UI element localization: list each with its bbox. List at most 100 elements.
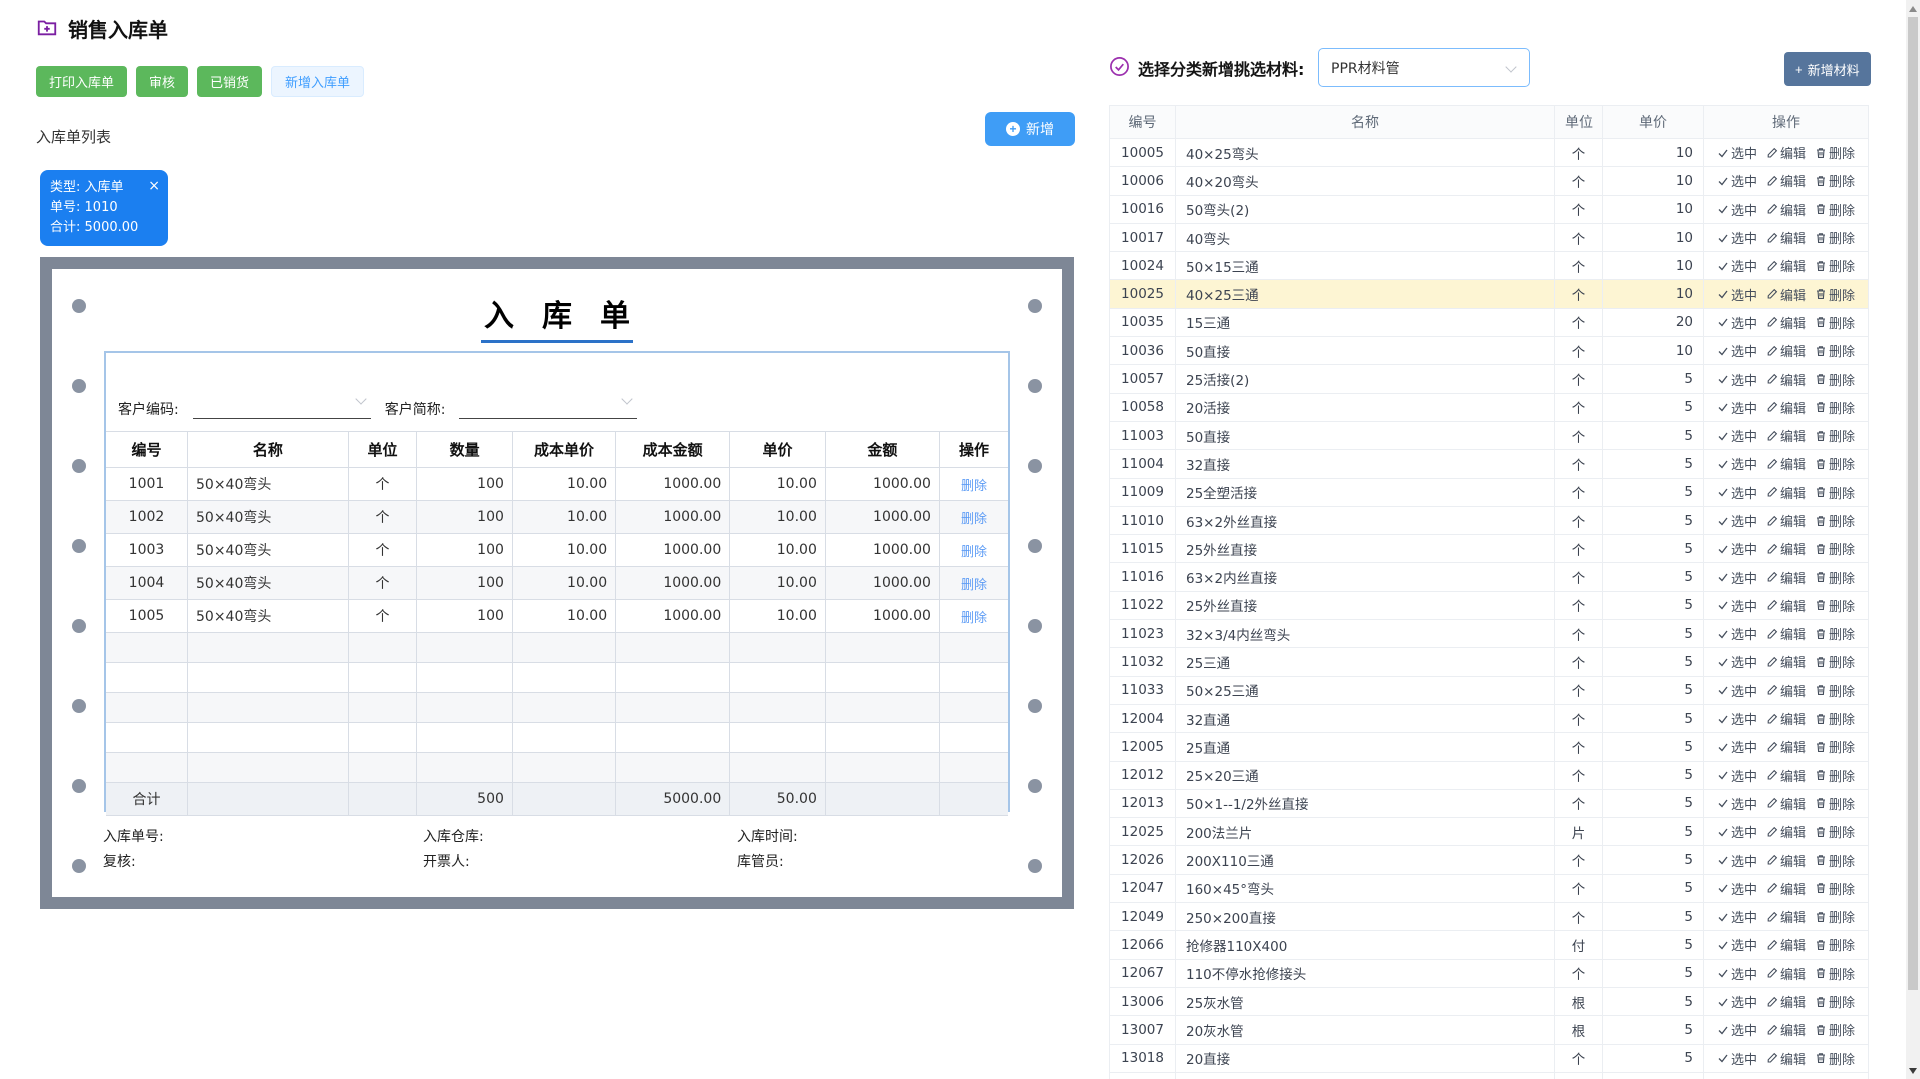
print-receipt-button[interactable]: 打印入库单	[36, 66, 127, 97]
edit-action[interactable]: 编辑	[1766, 370, 1806, 389]
edit-action[interactable]: 编辑	[1766, 171, 1806, 190]
delete-action[interactable]: 删除	[1815, 681, 1855, 700]
delete-action[interactable]: 删除	[1815, 992, 1855, 1011]
customer-name-input[interactable]	[459, 401, 637, 419]
select-action[interactable]: 选中	[1717, 709, 1757, 728]
page-scrollbar[interactable]	[1906, 0, 1920, 1079]
delete-action[interactable]: 删除	[1815, 285, 1855, 304]
delete-action[interactable]: 删除	[1815, 851, 1855, 870]
edit-action[interactable]: 编辑	[1766, 256, 1806, 275]
select-action[interactable]: 选中	[1717, 285, 1757, 304]
select-action[interactable]: 选中	[1717, 964, 1757, 983]
edit-action[interactable]: 编辑	[1766, 766, 1806, 785]
new-receipt-button[interactable]: 新增入库单	[271, 66, 364, 97]
edit-action[interactable]: 编辑	[1766, 794, 1806, 813]
materials-row[interactable]: 1201225×20三通个5选中编辑删除	[1110, 761, 1869, 789]
delete-action[interactable]: 删除	[1815, 935, 1855, 954]
edit-action[interactable]: 编辑	[1766, 426, 1806, 445]
edit-action[interactable]: 编辑	[1766, 652, 1806, 671]
materials-row[interactable]: 1003515三通个20选中编辑删除	[1110, 308, 1869, 336]
delete-action[interactable]: 删除	[1815, 426, 1855, 445]
materials-row[interactable]: 1001650弯头(2)个10选中编辑删除	[1110, 195, 1869, 223]
delete-action[interactable]: 删除	[1815, 794, 1855, 813]
scroll-up-icon[interactable]	[1909, 6, 1917, 12]
delete-action[interactable]: 删除	[1815, 1049, 1855, 1068]
delete-link[interactable]: 删除	[961, 578, 987, 593]
select-action[interactable]: 选中	[1717, 143, 1757, 162]
select-action[interactable]: 选中	[1717, 794, 1757, 813]
select-action[interactable]: 选中	[1717, 398, 1757, 417]
select-action[interactable]: 选中	[1717, 568, 1757, 587]
select-action[interactable]: 选中	[1717, 879, 1757, 898]
select-action[interactable]: 选中	[1717, 341, 1757, 360]
receipt-card[interactable]: × 类型: 入库单 单号: 1010 合计: 5000.00	[40, 170, 168, 246]
scroll-down-icon[interactable]	[1909, 1068, 1917, 1074]
materials-row[interactable]: 1101525外丝直接个5选中编辑删除	[1110, 535, 1869, 563]
materials-row[interactable]: 1200432直通个5选中编辑删除	[1110, 704, 1869, 732]
select-action[interactable]: 选中	[1717, 483, 1757, 502]
delete-action[interactable]: 删除	[1815, 200, 1855, 219]
select-action[interactable]: 选中	[1717, 426, 1757, 445]
materials-row[interactable]: 12067110不停水抢修接头个5选中编辑删除	[1110, 959, 1869, 987]
materials-row[interactable]: 1201350×1--1/2外丝直接个5选中编辑删除	[1110, 789, 1869, 817]
materials-row[interactable]: 1003650直接个10选中编辑删除	[1110, 337, 1869, 365]
edit-action[interactable]: 编辑	[1766, 907, 1806, 926]
select-action[interactable]: 选中	[1717, 171, 1757, 190]
edit-action[interactable]: 编辑	[1766, 398, 1806, 417]
edit-action[interactable]: 编辑	[1766, 313, 1806, 332]
materials-row[interactable]: 12025200法兰片片5选中编辑删除	[1110, 818, 1869, 846]
delete-action[interactable]: 删除	[1815, 370, 1855, 389]
sold-button[interactable]: 已销货	[197, 66, 262, 97]
delete-action[interactable]: 删除	[1815, 624, 1855, 643]
materials-row[interactable]: 1103225三通个5选中编辑删除	[1110, 648, 1869, 676]
select-action[interactable]: 选中	[1717, 539, 1757, 558]
edit-action[interactable]: 编辑	[1766, 1020, 1806, 1039]
category-select[interactable]: PPR材料管	[1318, 48, 1530, 87]
materials-row[interactable]: 1002450×15三通个10选中编辑删除	[1110, 252, 1869, 280]
select-action[interactable]: 选中	[1717, 822, 1757, 841]
edit-action[interactable]: 编辑	[1766, 1049, 1806, 1068]
select-action[interactable]: 选中	[1717, 681, 1757, 700]
delete-link[interactable]: 删除	[961, 479, 987, 494]
delete-action[interactable]: 删除	[1815, 568, 1855, 587]
edit-action[interactable]: 编辑	[1766, 285, 1806, 304]
edit-action[interactable]: 编辑	[1766, 539, 1806, 558]
materials-row[interactable]: 1102225外丝直接个5选中编辑删除	[1110, 591, 1869, 619]
materials-row[interactable]: 1300625灰水管根5选中编辑删除	[1110, 987, 1869, 1015]
materials-row[interactable]: 1102332×3/4内丝弯头个5选中编辑删除	[1110, 620, 1869, 648]
edit-action[interactable]: 编辑	[1766, 879, 1806, 898]
delete-action[interactable]: 删除	[1815, 907, 1855, 926]
select-action[interactable]: 选中	[1717, 935, 1757, 954]
delete-action[interactable]: 删除	[1815, 171, 1855, 190]
materials-row[interactable]: 1100350直接个5选中编辑删除	[1110, 421, 1869, 449]
materials-row[interactable]: 1301820直接个5选中编辑删除	[1110, 1044, 1869, 1072]
delete-link[interactable]: 删除	[961, 512, 987, 527]
edit-action[interactable]: 编辑	[1766, 596, 1806, 615]
select-action[interactable]: 选中	[1717, 851, 1757, 870]
audit-button[interactable]: 审核	[136, 66, 188, 97]
materials-row[interactable]: 1300720灰水管根5选中编辑删除	[1110, 1016, 1869, 1044]
select-action[interactable]: 选中	[1717, 370, 1757, 389]
select-action[interactable]: 选中	[1717, 624, 1757, 643]
delete-link[interactable]: 删除	[961, 545, 987, 560]
close-icon[interactable]: ×	[148, 176, 160, 198]
delete-action[interactable]: 删除	[1815, 709, 1855, 728]
select-action[interactable]: 选中	[1717, 992, 1757, 1011]
materials-row[interactable]: 1100432直接个5选中编辑删除	[1110, 450, 1869, 478]
delete-action[interactable]: 删除	[1815, 964, 1855, 983]
materials-row[interactable]: 1103350×25三通个5选中编辑删除	[1110, 676, 1869, 704]
edit-action[interactable]: 编辑	[1766, 822, 1806, 841]
materials-row[interactable]: 1000640×20弯头个10选中编辑删除	[1110, 167, 1869, 195]
materials-row[interactable]: 1101063×2外丝直接个5选中编辑删除	[1110, 506, 1869, 534]
select-action[interactable]: 选中	[1717, 313, 1757, 332]
edit-action[interactable]: 编辑	[1766, 200, 1806, 219]
delete-action[interactable]: 删除	[1815, 398, 1855, 417]
materials-row[interactable]: 12049250×200直接个5选中编辑删除	[1110, 903, 1869, 931]
materials-row[interactable]: 1005820活接个5选中编辑删除	[1110, 393, 1869, 421]
select-action[interactable]: 选中	[1717, 454, 1757, 473]
edit-action[interactable]: 编辑	[1766, 737, 1806, 756]
materials-row[interactable]: 12047160×45°弯头个5选中编辑删除	[1110, 874, 1869, 902]
edit-action[interactable]: 编辑	[1766, 341, 1806, 360]
delete-action[interactable]: 删除	[1815, 228, 1855, 247]
select-action[interactable]: 选中	[1717, 596, 1757, 615]
